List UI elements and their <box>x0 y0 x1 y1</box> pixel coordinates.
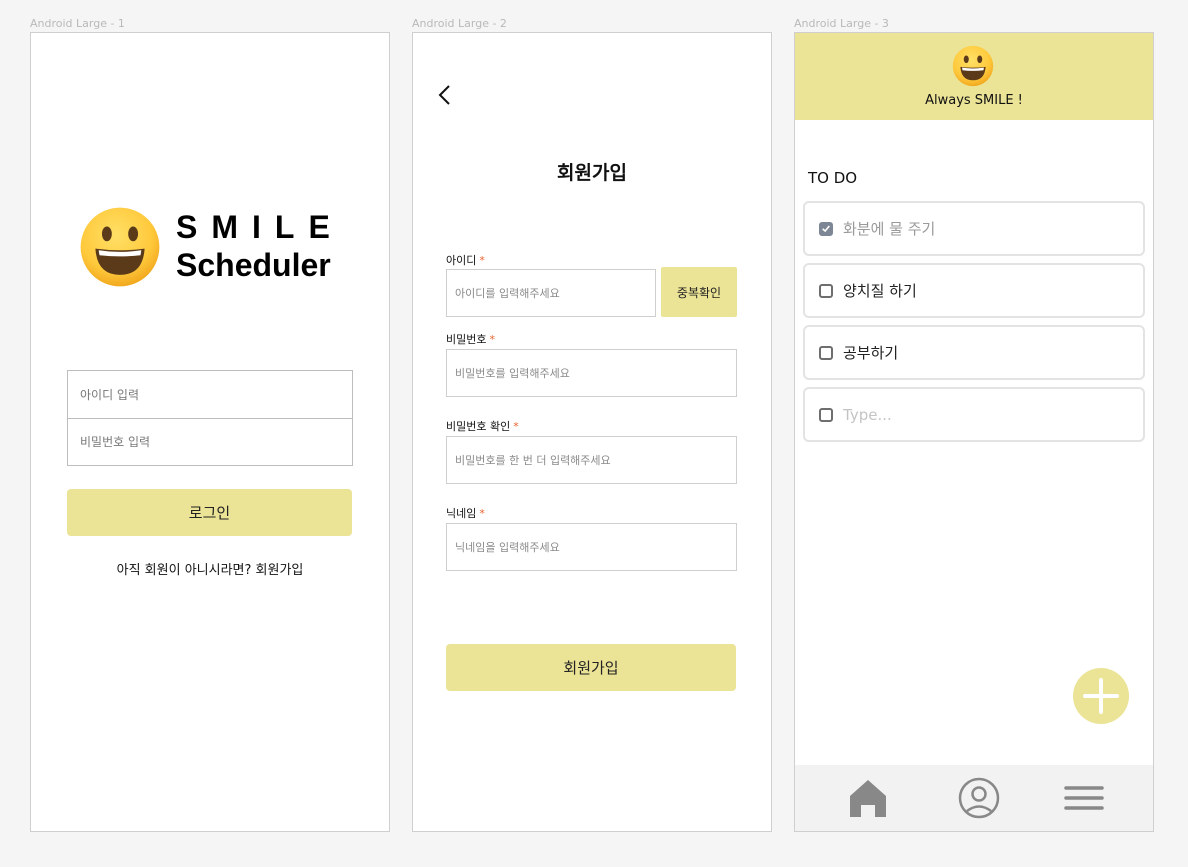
brand-wordmark: SMILE Scheduler <box>176 209 344 285</box>
required-mark: * <box>513 420 519 433</box>
nav-home-button[interactable] <box>846 775 890 821</box>
password-input[interactable] <box>68 418 352 465</box>
new-todo-input[interactable] <box>843 405 1093 424</box>
todo-list: 화분에 물 주기 양치질 하기 공부하기 <box>803 201 1145 449</box>
login-form <box>67 370 353 466</box>
password-field-label: 비밀번호 * <box>446 333 495 346</box>
login-button[interactable]: 로그인 <box>67 489 352 536</box>
login-screen: SMILE Scheduler 로그인 아직 회원이 아니시라면? 회원가입 <box>30 32 390 832</box>
todo-item[interactable]: 화분에 물 주기 <box>803 201 1145 256</box>
brand-line1: SMILE <box>176 209 344 245</box>
required-mark: * <box>479 254 485 267</box>
add-todo-button[interactable] <box>1073 668 1129 724</box>
frame-label-signup: Android Large - 2 <box>412 17 507 30</box>
menu-icon <box>1064 786 1104 810</box>
back-arrow-icon[interactable] <box>433 83 457 107</box>
nav-profile-button[interactable] <box>957 775 1001 821</box>
checkbox-checked[interactable] <box>819 221 833 236</box>
profile-icon <box>958 777 1000 819</box>
todo-item-text: 공부하기 <box>843 344 899 362</box>
signup-password-input[interactable] <box>446 349 737 397</box>
smiley-icon <box>952 45 994 87</box>
todo-section-title: TO DO <box>808 169 858 187</box>
todo-screen: Always SMILE ! TO DO 화분에 물 주기 양치질 하기 공부하… <box>794 32 1154 832</box>
frame-label-login: Android Large - 1 <box>30 17 125 30</box>
check-icon <box>822 225 830 233</box>
signup-password-confirm-input[interactable] <box>446 436 737 484</box>
smiley-logo-icon <box>80 207 160 287</box>
signup-nickname-input[interactable] <box>446 523 737 571</box>
duplicate-check-button[interactable]: 중복확인 <box>661 267 737 317</box>
header-tagline: Always SMILE ! <box>925 93 1023 108</box>
todo-item-text: 화분에 물 주기 <box>843 220 936 238</box>
nickname-field-label: 닉네임 * <box>446 507 485 520</box>
nav-menu-button[interactable] <box>1062 775 1106 821</box>
todo-header: Always SMILE ! <box>795 33 1153 120</box>
required-mark: * <box>489 333 495 346</box>
required-mark: * <box>479 507 485 520</box>
id-input[interactable] <box>68 371 352 418</box>
checkbox[interactable] <box>819 407 833 422</box>
plus-icon <box>1083 678 1119 714</box>
todo-new-item[interactable] <box>803 387 1145 442</box>
todo-item[interactable]: 양치질 하기 <box>803 263 1145 318</box>
home-icon <box>850 780 886 817</box>
signup-id-input[interactable] <box>446 269 656 317</box>
todo-item[interactable]: 공부하기 <box>803 325 1145 380</box>
signup-submit-button[interactable]: 회원가입 <box>446 644 736 691</box>
checkbox[interactable] <box>819 345 833 360</box>
page-title: 회원가입 <box>557 162 627 184</box>
bottom-nav <box>795 765 1153 831</box>
brand-line2: Scheduler <box>176 247 331 283</box>
checkbox[interactable] <box>819 283 833 298</box>
signup-screen: 회원가입 아이디* 중복확인 비밀번호* 비밀번호 확인* 닉네임* 회원가입 <box>412 32 772 832</box>
password-confirm-field-label: 비밀번호 확인 * <box>446 420 519 433</box>
signup-link[interactable]: 아직 회원이 아니시라면? 회원가입 <box>31 559 389 578</box>
frame-label-todo: Android Large - 3 <box>794 17 889 30</box>
todo-item-text: 양치질 하기 <box>843 282 917 300</box>
id-field-label: 아이디 * <box>446 254 485 267</box>
